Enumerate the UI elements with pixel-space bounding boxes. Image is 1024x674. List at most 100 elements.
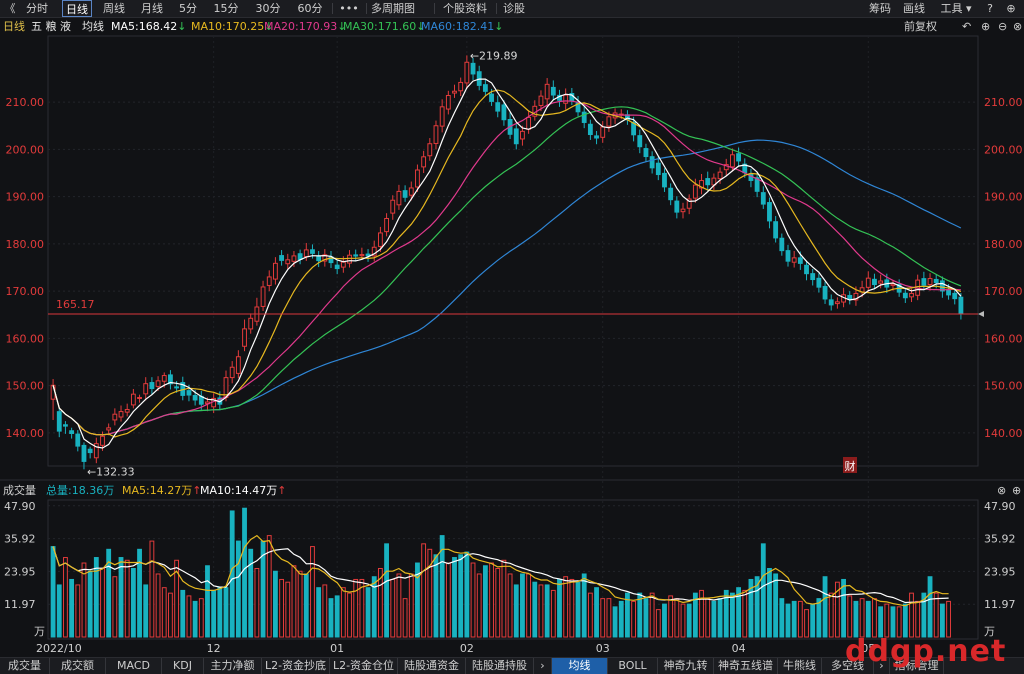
chevron-right-icon[interactable]: ›: [534, 658, 552, 674]
candle-body: [137, 396, 142, 399]
indicator-tab[interactable]: 神奇九转: [658, 658, 714, 674]
volume-bar: [705, 598, 711, 638]
indicator-tab[interactable]: 均线: [552, 658, 608, 674]
price-tick-right: 150.00: [984, 380, 1023, 393]
candle-body: [804, 264, 809, 275]
volume-ma5-line: [52, 534, 949, 607]
volume-add-icon[interactable]: ⊕: [1012, 482, 1021, 499]
candle-body: [384, 217, 389, 233]
indicator-tab[interactable]: 成交量: [0, 658, 50, 674]
candle-body: [112, 413, 118, 421]
volume-bar: [674, 598, 680, 638]
volume-bar: [717, 598, 723, 638]
volume-bar: [538, 584, 544, 638]
indicator-tab[interactable]: L2-资金抄底: [262, 658, 330, 674]
indicator-tab[interactable]: 陆股通资金: [398, 658, 466, 674]
indicator-tab[interactable]: L2-资金仓位: [330, 658, 398, 674]
volume-bar: [575, 581, 581, 638]
volume-tick-right: 11.97: [984, 598, 1016, 611]
volume-bar: [50, 546, 56, 638]
volume-bar: [939, 603, 945, 638]
volume-bar: [254, 568, 260, 638]
candle-body: [242, 328, 247, 347]
candle-body: [865, 277, 871, 288]
candle-body: [229, 366, 235, 379]
indicator-tab[interactable]: BOLL: [608, 658, 658, 674]
kline-chart[interactable]: 210.00 210.00 200.00 200.00 190.00 190.00 180.…: [0, 0, 1024, 673]
candle-body: [334, 264, 340, 270]
indicator-tab[interactable]: MACD: [106, 658, 162, 674]
indicator-tab[interactable]: 主力净额: [204, 658, 262, 674]
volume-bar: [557, 578, 562, 638]
volume-bar: [532, 581, 538, 638]
candle-body: [600, 126, 606, 138]
volume-ma10: MA10:14.47万↑: [200, 482, 286, 499]
candle-body: [235, 356, 241, 374]
volume-bar: [291, 565, 297, 638]
candle-body: [760, 192, 766, 205]
candle-body: [174, 386, 180, 389]
candle-body: [921, 278, 927, 286]
x-label: 01: [330, 642, 344, 655]
candle-body: [464, 61, 470, 84]
indicator-tab[interactable]: 牛熊线: [778, 658, 822, 674]
volume-bar: [859, 598, 865, 638]
price-tick-right: 160.00: [984, 332, 1023, 345]
candle-body: [810, 273, 816, 281]
candle-body: [550, 86, 556, 96]
volume-bar: [180, 589, 186, 638]
volume-bar: [686, 603, 692, 638]
indicator-tab[interactable]: KDJ: [162, 658, 204, 674]
volume-bar: [464, 551, 470, 638]
x-label: 04: [732, 642, 746, 655]
volume-bar: [421, 543, 427, 638]
high-label: ←219.89: [470, 49, 518, 62]
volume-bar: [161, 587, 167, 638]
volume-bar: [100, 568, 105, 638]
candle-body: [402, 190, 408, 198]
candle-body: [260, 286, 266, 307]
indicator-tab[interactable]: 神奇五线谱: [714, 658, 778, 674]
volume-ma10-line: [52, 546, 949, 604]
candle-body: [767, 202, 772, 222]
volume-bar: [767, 568, 772, 638]
candle-body: [952, 292, 958, 300]
candle-body: [495, 102, 501, 112]
candle-body: [736, 153, 742, 162]
volume-bar: [433, 554, 439, 638]
volume-bar: [680, 603, 686, 638]
volume-bar: [402, 598, 408, 638]
candle-body: [587, 123, 593, 136]
volume-bar: [476, 573, 482, 638]
volume-bar: [896, 606, 902, 638]
candle-body: [816, 277, 822, 288]
volume-unit-left: 万: [34, 625, 45, 638]
price-tick-left: 190.00: [6, 191, 45, 204]
volume-bar: [279, 578, 285, 638]
candle-body: [100, 435, 105, 446]
candle-body: [359, 254, 365, 257]
indicator-tab[interactable]: 陆股通持股: [466, 658, 534, 674]
volume-close-icon[interactable]: ⊗: [997, 482, 1006, 499]
candle-body: [279, 255, 285, 261]
candle-body: [161, 375, 167, 382]
volume-tick-left: 11.97: [4, 598, 36, 611]
price-tick-left: 140.00: [6, 427, 45, 440]
candle-body: [155, 380, 161, 387]
volume-bar: [112, 576, 118, 638]
candle-body: [316, 255, 322, 262]
volume-bar: [884, 603, 890, 638]
volume-bar: [865, 600, 871, 638]
candle-body: [303, 249, 309, 258]
volume-tick-left: 35.92: [4, 533, 36, 546]
price-frame: [47, 35, 979, 467]
fin-marker: 财: [845, 459, 856, 473]
volume-bar: [63, 557, 68, 638]
candle-body: [69, 430, 75, 434]
candle-body: [415, 169, 420, 188]
volume-bar: [933, 592, 939, 638]
volume-bar: [390, 578, 396, 638]
indicator-tab[interactable]: 成交额: [50, 658, 106, 674]
volume-bar: [594, 587, 599, 638]
volume-bar: [347, 592, 352, 638]
